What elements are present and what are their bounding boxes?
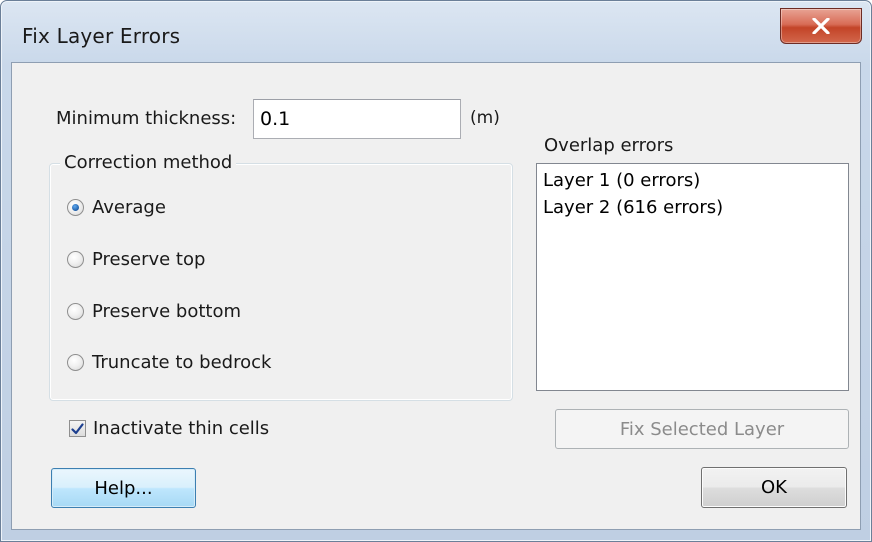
- fix-selected-layer-button[interactable]: Fix Selected Layer: [555, 409, 849, 449]
- checkbox-indicator: [69, 420, 86, 437]
- dialog-body: Minimum thickness: (m) Correction method…: [11, 62, 861, 530]
- help-button[interactable]: Help...: [51, 468, 196, 508]
- overlap-errors-label: Overlap errors: [544, 135, 674, 156]
- radio-selected-dot: [72, 204, 79, 211]
- list-item[interactable]: Layer 2 (616 errors): [543, 194, 842, 221]
- ok-button[interactable]: OK: [701, 467, 847, 508]
- title-bar[interactable]: Fix Layer Errors: [0, 0, 872, 62]
- inactivate-thin-cells-checkbox[interactable]: Inactivate thin cells: [69, 418, 269, 439]
- overlap-errors-list[interactable]: Layer 1 (0 errors) Layer 2 (616 errors): [536, 163, 849, 391]
- radio-indicator: [67, 199, 84, 216]
- list-item[interactable]: Layer 1 (0 errors): [543, 167, 842, 194]
- min-thickness-input[interactable]: [253, 99, 461, 139]
- radio-indicator: [67, 354, 84, 371]
- close-icon: [812, 18, 830, 34]
- correction-method-title: Correction method: [60, 152, 237, 173]
- checkbox-label: Inactivate thin cells: [93, 418, 270, 439]
- radio-preserve-top[interactable]: Preserve top: [67, 249, 205, 270]
- close-button[interactable]: [780, 8, 862, 44]
- radio-indicator: [67, 251, 84, 268]
- radio-label: Preserve bottom: [92, 301, 242, 322]
- radio-label: Preserve top: [92, 249, 206, 270]
- radio-indicator: [67, 303, 84, 320]
- radio-truncate-to-bedrock[interactable]: Truncate to bedrock: [67, 352, 271, 373]
- radio-average[interactable]: Average: [67, 197, 166, 218]
- thickness-unit-label: (m): [470, 108, 500, 128]
- checkmark-icon: [71, 422, 84, 434]
- radio-preserve-bottom[interactable]: Preserve bottom: [67, 301, 241, 322]
- window-title: Fix Layer Errors: [22, 24, 181, 48]
- min-thickness-label: Minimum thickness:: [56, 108, 237, 129]
- radio-label: Truncate to bedrock: [92, 352, 272, 373]
- radio-label: Average: [92, 197, 166, 218]
- fix-layer-errors-dialog: Fix Layer Errors Minimum thickness: (m) …: [0, 0, 872, 542]
